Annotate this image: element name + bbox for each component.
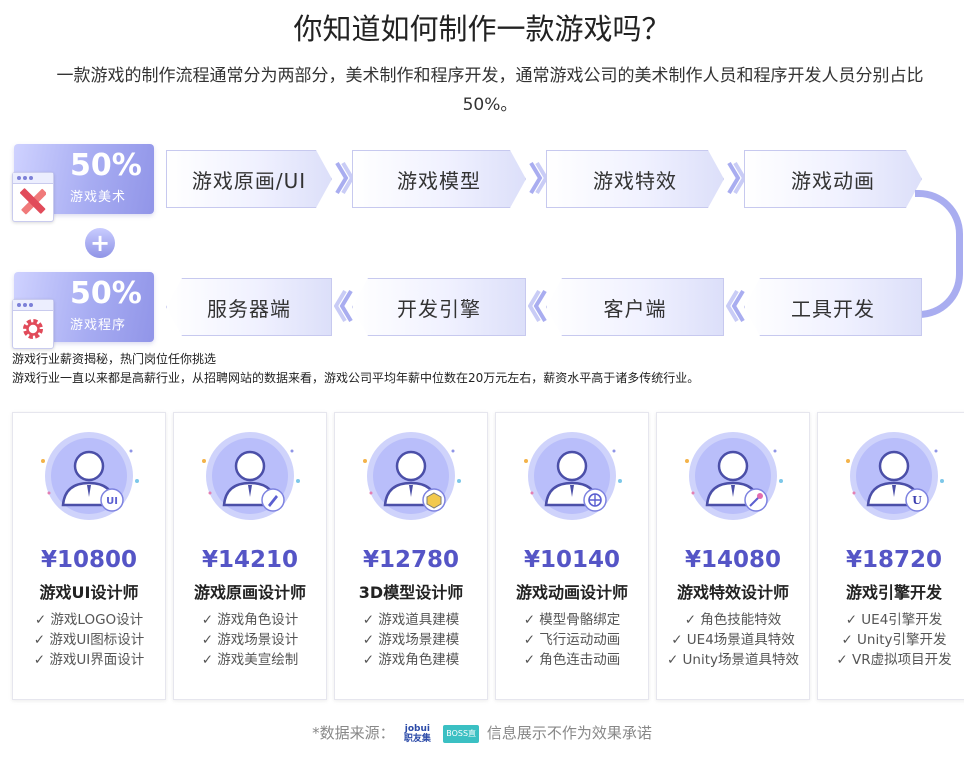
skill-item: ✓ 游戏场景设计 — [201, 632, 299, 648]
salary-value: ¥14080 — [684, 547, 782, 573]
skill-item: ✓ 游戏场景建模 — [362, 632, 460, 648]
job-card: ¥12780 3D模型设计师 ✓ 游戏道具建模 ✓ 游戏场景建模 ✓ 游戏角色建模 — [334, 412, 488, 700]
salary-value: ¥14210 — [201, 547, 299, 573]
chevron-right-icon — [727, 161, 746, 195]
flow-step-client: 客户端 — [546, 278, 724, 336]
page-title: 你知道如何制作一款游戏吗？ — [293, 12, 671, 46]
job-title: 游戏UI设计师 — [39, 583, 139, 602]
source-label: *数据来源： — [312, 724, 395, 742]
skill-list: ✓ 角色技能特效 ✓ UE4场景道具特效 ✓ Unity场景道具特效 — [657, 610, 809, 670]
job-title: 游戏原画设计师 — [193, 583, 306, 602]
user-avatar-icon — [202, 432, 300, 520]
job-card: U ¥18720 游戏引擎开发 ✓ UE4引擎开发 ✓ Unity引擎开发 ✓ VR虚拟项… — [817, 412, 964, 700]
skill-item: ✓ 游戏UI图标设计 — [33, 632, 145, 648]
flow-step-concept-ui: 游戏原画/UI — [166, 150, 332, 208]
chevron-left-icon — [528, 289, 547, 323]
skill-list: ✓ UE4引擎开发 ✓ Unity引擎开发 ✓ VR虚拟项目开发 — [818, 610, 964, 670]
skill-list: ✓ 游戏道具建模 ✓ 游戏场景建模 ✓ 游戏角色建模 — [335, 610, 487, 670]
skill-item: ✓ 游戏道具建模 — [362, 612, 460, 628]
flow-step-effects: 游戏特效 — [546, 150, 724, 208]
salary-info-text: 游戏行业一直以来都是高薪行业，从招聘网站的数据来看，游戏公司平均年薪中位数在20… — [12, 371, 700, 385]
job-card: UI ¥10800 游戏UI设计师 ✓ 游戏LOGO设计 ✓ 游戏UI图标设计 ✓ 游戏U… — [12, 412, 166, 700]
skill-item: ✓ 游戏角色设计 — [201, 612, 299, 628]
skill-item: ✓ 角色连击动画 — [523, 652, 621, 668]
flow-step-server: 服务器端 — [166, 278, 332, 336]
skill-list: ✓ 游戏角色设计 ✓ 游戏场景设计 ✓ 游戏美宣绘制 — [174, 610, 326, 670]
skill-item: ✓ 游戏美宣绘制 — [201, 652, 299, 668]
skill-item: ✓ 飞行运动动画 — [523, 632, 621, 648]
salary-value: ¥10140 — [523, 547, 621, 573]
job-card: ¥14210 游戏原画设计师 ✓ 游戏角色设计 ✓ 游戏场景设计 ✓ 游戏美宣绘制 — [173, 412, 327, 700]
source-note: 信息展示不作为效果承诺 — [486, 724, 652, 742]
boss-logo: BOSS直聘 — [443, 724, 480, 756]
skill-item: ✓ UE4场景道具特效 — [671, 632, 795, 648]
salary-value: ¥18720 — [845, 547, 943, 573]
chevron-right-icon — [529, 161, 548, 195]
page-subtitle: 一款游戏的制作流程通常分为两部分，美术制作和程序开发，通常游戏公司的美术制作人员… — [56, 66, 924, 115]
job-card: ¥14080 游戏特效设计师 ✓ 角色技能特效 ✓ UE4场景道具特效 ✓ Unity场… — [656, 412, 810, 700]
job-card: ¥10140 游戏动画设计师 ✓ 模型骨骼绑定 ✓ 飞行运动动画 ✓ 角色连击动画 — [495, 412, 649, 700]
job-title: 游戏动画设计师 — [515, 583, 628, 602]
skill-item: ✓ 游戏角色建模 — [362, 652, 460, 668]
salary-info-heading: 游戏行业薪资揭秘，热门岗位任你挑选 — [12, 352, 217, 366]
skill-item: ✓ Unity引擎开发 — [841, 632, 947, 648]
chevron-right-icon — [335, 161, 354, 195]
salary-value: ¥12780 — [362, 547, 460, 573]
skill-item: ✓ UE4引擎开发 — [845, 612, 943, 628]
user-avatar-icon: UI — [41, 432, 139, 520]
jobui-logo: jobui 职友集 — [403, 723, 431, 744]
skill-item: ✓ 模型骨骼绑定 — [523, 612, 621, 628]
chevron-left-icon — [726, 289, 745, 323]
art-label: 游戏美术 — [70, 190, 127, 205]
gear-icon — [12, 299, 54, 349]
user-avatar-icon: U — [846, 432, 944, 520]
skill-list: ✓ 游戏LOGO设计 ✓ 游戏UI图标设计 ✓ 游戏UI界面设计 — [13, 610, 165, 670]
art-percent: 50% — [70, 148, 142, 183]
salary-value: ¥10800 — [40, 547, 138, 573]
svg-text:UI: UI — [106, 496, 118, 507]
program-percent: 50% — [70, 276, 142, 311]
job-title: 游戏引擎开发 — [845, 583, 942, 602]
program-label: 游戏程序 — [70, 318, 127, 333]
skill-list: ✓ 模型骨骼绑定 ✓ 飞行运动动画 ✓ 角色连击动画 — [496, 610, 648, 670]
flow-step-engine: 开发引擎 — [352, 278, 526, 336]
user-avatar-icon — [685, 432, 783, 520]
data-source: *数据来源： jobui 职友集 BOSS直聘 信息展示不作为效果承诺 — [0, 722, 964, 756]
flow-step-model: 游戏模型 — [352, 150, 526, 208]
flow-step-animation: 游戏动画 — [744, 150, 922, 208]
chevron-left-icon — [334, 289, 353, 323]
job-title: 游戏特效设计师 — [676, 583, 789, 602]
skill-item: ✓ 游戏LOGO设计 — [34, 612, 144, 628]
flow-loop-connector — [915, 190, 963, 318]
user-avatar-icon — [363, 432, 461, 520]
pencil-ruler-icon — [12, 172, 54, 222]
svg-text:U: U — [912, 494, 922, 507]
plus-icon: + — [85, 228, 115, 258]
user-avatar-icon — [524, 432, 622, 520]
skill-item: ✓ VR虚拟项目开发 — [836, 652, 952, 668]
skill-item: ✓ 游戏UI界面设计 — [33, 652, 145, 668]
skill-item: ✓ 角色技能特效 — [684, 612, 782, 628]
flow-step-tools: 工具开发 — [744, 278, 922, 336]
job-title: 3D模型设计师 — [358, 583, 464, 602]
skill-item: ✓ Unity场景道具特效 — [666, 652, 800, 668]
